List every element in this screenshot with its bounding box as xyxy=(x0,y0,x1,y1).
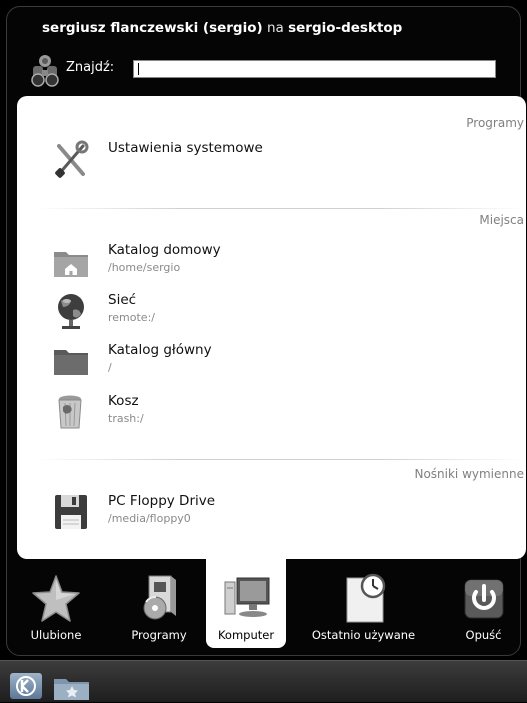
item-path: trash:/ xyxy=(108,412,144,425)
item-path: remote:/ xyxy=(108,311,155,324)
tab-label: Programy xyxy=(131,628,187,642)
search-label: Znajdź: xyxy=(66,60,115,75)
launcher-tab-bar: Ulubione Programy Komputer Ostatnio używ… xyxy=(6,558,521,658)
list-item-system-settings[interactable]: Ustawienia systemowe xyxy=(53,140,483,184)
section-label-programs: Programy xyxy=(466,116,524,130)
item-path: /home/sergio xyxy=(108,261,181,274)
tab-programs[interactable]: Programy xyxy=(109,558,209,648)
list-item-network[interactable]: Sieć remote:/ xyxy=(53,292,483,336)
taskbar xyxy=(0,660,527,702)
search-input[interactable] xyxy=(133,60,496,78)
tab-label: Ulubione xyxy=(30,628,82,642)
tab-label: Komputer xyxy=(217,628,275,642)
text-caret xyxy=(138,63,139,75)
host-name: sergio-desktop xyxy=(288,20,403,36)
tab-recently-used[interactable]: Ostatnio używane xyxy=(296,558,431,648)
content-panel: Programy Ustawienia systemowe Miejsca Ka… xyxy=(17,96,526,559)
divider xyxy=(35,459,526,460)
binoculars-icon xyxy=(31,55,59,87)
list-item-home-folder[interactable]: Katalog domowy /home/sergio xyxy=(53,242,483,286)
list-item-floppy[interactable]: PC Floppy Drive /media/floppy0 xyxy=(53,493,483,537)
user-name: sergiusz flanczewski (sergio) xyxy=(42,20,263,36)
item-name: Katalog główny xyxy=(108,342,212,358)
kde-logo-icon xyxy=(16,676,36,696)
item-name: Katalog domowy xyxy=(108,242,221,258)
home-folder-icon xyxy=(54,252,88,277)
computer-icon xyxy=(224,577,270,617)
globe-icon xyxy=(58,294,84,329)
tab-label: Opuść xyxy=(465,628,502,642)
item-path: / xyxy=(108,361,112,374)
section-label-removable: Nośniki wymienne xyxy=(414,467,524,481)
section-label-places: Miejsca xyxy=(479,213,524,227)
item-path: /media/floppy0 xyxy=(108,512,191,525)
item-name: Ustawienia systemowe xyxy=(108,140,263,156)
document-clock-icon xyxy=(346,573,385,623)
folder-star-icon[interactable] xyxy=(52,675,92,701)
list-item-trash[interactable]: Kosz trash:/ xyxy=(53,393,483,437)
kde-menu-button[interactable] xyxy=(10,673,42,699)
tab-leave[interactable]: Opuść xyxy=(446,558,521,648)
star-icon xyxy=(32,575,80,622)
user-host-header: sergiusz flanczewski (sergio) na sergio-… xyxy=(42,20,402,36)
tab-label: Ostatnio używane xyxy=(311,628,416,642)
connector-text: na xyxy=(266,20,284,36)
tools-icon xyxy=(55,140,89,178)
list-item-root-folder[interactable]: Katalog główny / xyxy=(53,342,483,386)
item-name: PC Floppy Drive xyxy=(108,493,216,509)
trash-icon xyxy=(58,395,82,429)
item-name: Sieć xyxy=(108,292,137,308)
folder-icon xyxy=(54,350,88,375)
divider xyxy=(35,208,526,209)
floppy-disk-icon xyxy=(55,495,87,529)
item-name: Kosz xyxy=(108,393,139,409)
power-icon xyxy=(464,579,503,619)
tab-computer[interactable]: Komputer xyxy=(206,558,286,648)
tab-favorites[interactable]: Ulubione xyxy=(6,558,106,648)
software-box-icon xyxy=(143,575,176,620)
